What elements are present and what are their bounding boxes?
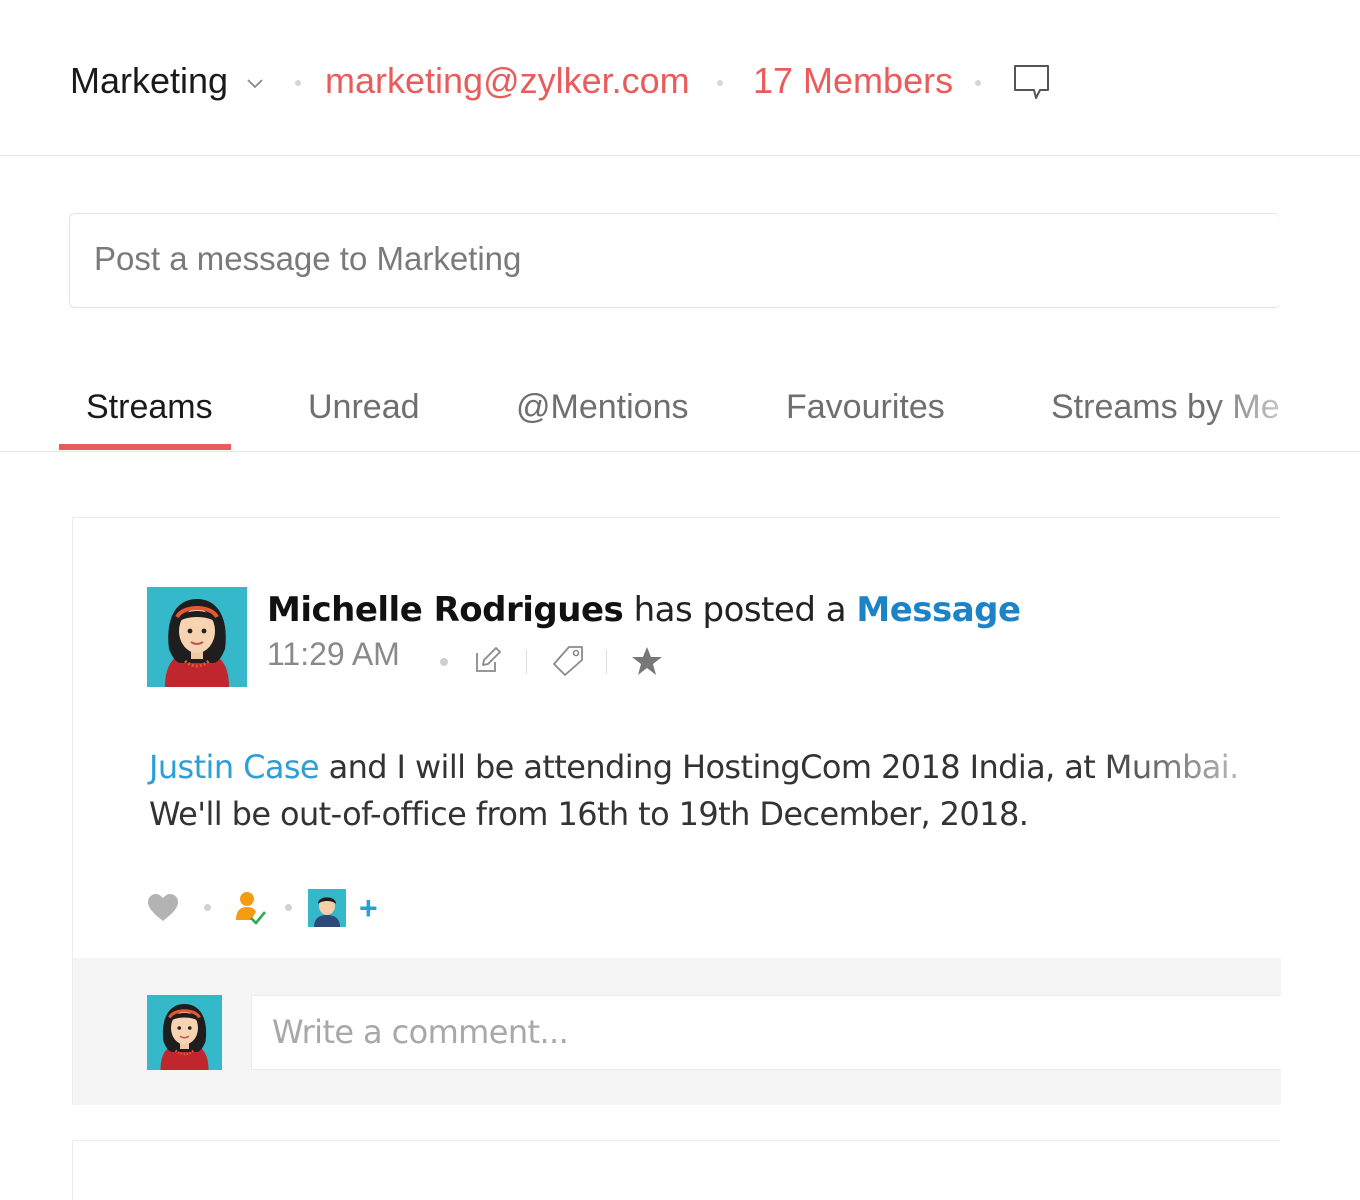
separator-dot xyxy=(204,904,211,911)
post-body-line-2: We'll be out-of-office from 16th to 19th… xyxy=(149,795,1029,833)
post-author-line: Michelle Rodrigues has posted a Message xyxy=(267,590,1021,630)
separator-dot xyxy=(975,80,981,86)
separator xyxy=(526,650,527,674)
separator xyxy=(606,650,607,674)
text-fade-overlay xyxy=(1093,744,1281,794)
members-link[interactable]: 17 Members xyxy=(753,60,953,102)
separator-dot xyxy=(285,904,292,911)
tab-streams[interactable]: Streams xyxy=(86,388,213,427)
heart-icon[interactable] xyxy=(147,894,179,922)
separator-dot xyxy=(295,80,301,86)
post-card: Michelle Rodrigues has posted a Message … xyxy=(72,517,1281,1105)
avatar[interactable] xyxy=(147,587,247,687)
star-icon[interactable] xyxy=(631,645,663,677)
separator-dot xyxy=(440,658,448,666)
group-name[interactable]: Marketing xyxy=(70,60,228,102)
tag-icon[interactable] xyxy=(551,644,585,678)
chat-bubble-icon[interactable] xyxy=(1012,62,1052,102)
add-reaction-button[interactable]: + xyxy=(359,890,378,927)
separator-dot xyxy=(717,80,723,86)
mention-link[interactable]: Justin Case xyxy=(149,748,320,786)
comment-placeholder: Write a comment... xyxy=(272,1013,569,1051)
assign-user-icon[interactable] xyxy=(233,890,267,926)
active-tab-indicator xyxy=(59,444,231,450)
group-email-link[interactable]: marketing@zylker.com xyxy=(325,60,690,102)
chevron-down-icon[interactable] xyxy=(246,76,264,90)
edit-icon[interactable] xyxy=(473,645,503,675)
author-name[interactable]: Michelle Rodrigues xyxy=(267,590,624,630)
composer-placeholder: Post a message to Marketing xyxy=(94,240,522,277)
comment-area: Write a comment... xyxy=(73,958,1281,1105)
post-composer[interactable]: Post a message to Marketing xyxy=(69,213,1280,308)
avatar xyxy=(147,995,222,1070)
tab-unread[interactable]: Unread xyxy=(308,388,420,427)
post-time: 11:29 AM xyxy=(267,636,400,672)
tab-fade-overlay xyxy=(1210,380,1360,440)
group-header: Marketing marketing@zylker.com 17 Member… xyxy=(0,0,1360,156)
tab-mentions[interactable]: @Mentions xyxy=(516,388,688,427)
next-post-card xyxy=(72,1140,1280,1200)
post-action-text: has posted a xyxy=(633,590,847,630)
comment-input[interactable]: Write a comment... xyxy=(251,995,1281,1070)
post-type-link[interactable]: Message xyxy=(856,590,1021,630)
tab-favourites[interactable]: Favourites xyxy=(786,388,945,427)
stream-tabs: Streams Unread @Mentions Favourites Stre… xyxy=(0,360,1360,452)
user-avatar-icon[interactable] xyxy=(308,889,346,927)
